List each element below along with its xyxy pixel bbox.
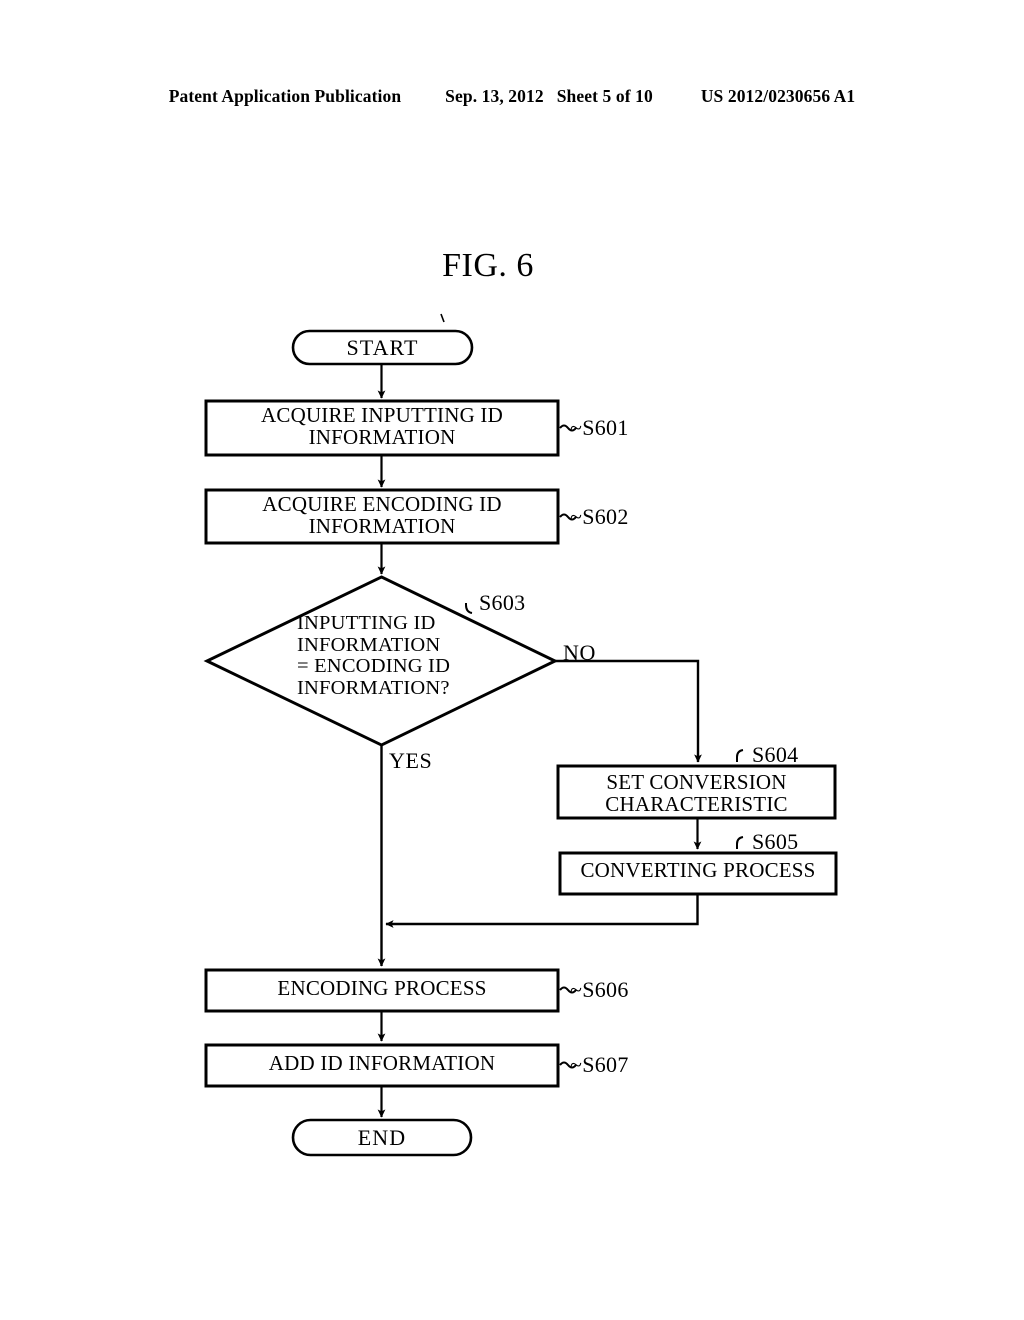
end-terminator-shape (291, 1118, 473, 1157)
leader-s603 (465, 603, 473, 614)
branch-label-no: NO (563, 640, 596, 665)
step-ref-s602: ~S602 (570, 504, 629, 529)
process-box-s606 (204, 968, 560, 1013)
step-ref-s601: ~S601 (570, 415, 629, 440)
process-box-s602 (204, 488, 560, 545)
process-box-s605 (558, 851, 838, 896)
leader-s605 (736, 836, 744, 849)
step-ref-s605: S605 (752, 829, 799, 854)
step-ref-s604: S604 (752, 742, 799, 767)
start-terminator-shape (291, 329, 474, 366)
step-ref-s606: ~S606 (570, 977, 629, 1002)
step-ref-s607: ~S607 (570, 1052, 629, 1077)
process-box-s607 (204, 1043, 560, 1088)
process-box-s601 (204, 399, 560, 457)
branch-label-yes: YES (389, 748, 433, 773)
patent-drawing-page: Patent Application Publication Sep. 13, 2… (0, 0, 1024, 1320)
step-ref-s603: S603 (479, 590, 526, 615)
leader-s604 (736, 749, 744, 762)
drawing-artifact-tick (440, 313, 445, 323)
connector-no-branch (555, 659, 702, 763)
process-box-s604 (556, 764, 837, 820)
flowchart-canvas (203, 313, 838, 1157)
connector-merge-back (385, 894, 699, 928)
